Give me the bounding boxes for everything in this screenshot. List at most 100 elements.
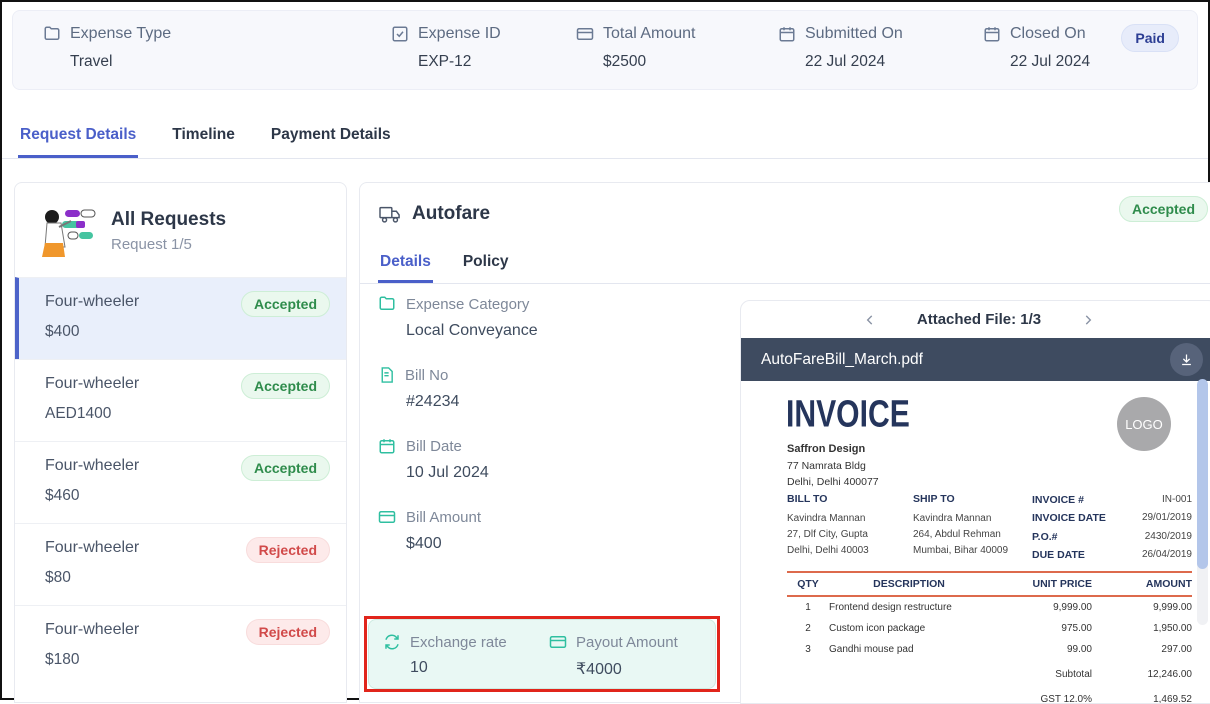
requests-sidebar: All Requests Request 1/5 Four-wheeler Ac… (14, 182, 347, 703)
attached-file-counter: Attached File: 1/3 (917, 311, 1041, 328)
field-label: Expense Type (70, 25, 171, 43)
request-list-item[interactable]: Four-wheeler Accepted AED1400 (15, 359, 346, 441)
request-amount: $460 (45, 487, 330, 505)
field-label: Bill Amount (406, 509, 481, 526)
download-button[interactable] (1170, 343, 1203, 376)
request-list-item[interactable]: Four-wheeler Accepted $400 (15, 277, 346, 359)
detail-tabs: Details Policy (360, 247, 1210, 284)
tab-details[interactable]: Details (378, 247, 433, 283)
request-list-item[interactable]: Four-wheeler Rejected $80 (15, 523, 346, 605)
meta-label: INVOICE # (1032, 491, 1084, 509)
ship-to-line: Mumbai, Bihar 40009 (913, 543, 1008, 559)
invoice-meta: INVOICE #IN-001 INVOICE DATE29/01/2019 P… (1032, 491, 1192, 565)
request-amount: $180 (45, 651, 330, 669)
page-tabs: Request Details Timeline Payment Details (2, 118, 1208, 159)
invoice-row: 3 Gandhi mouse pad 99.00 297.00 (787, 639, 1192, 660)
field-expense-category: Expense Category Local Conveyance (378, 295, 708, 340)
invoice-logo: LOGO (1117, 397, 1171, 451)
col-header-qty: QTY (787, 572, 829, 596)
field-value: $2500 (603, 53, 696, 71)
sidebar-title: All Requests (111, 209, 226, 231)
invoice-row: 2 Custom icon package 975.00 1,950.00 (787, 618, 1192, 639)
field-label: Bill Date (406, 438, 462, 455)
invoice-preview: INVOICE LOGO Saffron Design 77 Namrata B… (741, 381, 1210, 704)
bill-to-line: 27, Dlf City, Gupta (787, 527, 869, 543)
invoice-company-address: Saffron Design 77 Namrata Bldg Delhi, De… (787, 441, 879, 491)
pdf-scrollbar-thumb[interactable] (1197, 379, 1208, 569)
previous-file-button[interactable] (863, 313, 877, 327)
request-name-title: Autofare (412, 203, 490, 225)
calendar-icon (983, 25, 1001, 43)
field-label: Submitted On (805, 25, 903, 43)
meta-label: P.O.# (1032, 528, 1058, 546)
ship-to-line: Kavindra Mannan (913, 511, 1008, 527)
bill-to-header: BILL TO (787, 491, 869, 508)
field-bill-amount: Bill Amount $400 (378, 508, 708, 553)
truck-icon (378, 204, 402, 224)
sidebar-subtitle: Request 1/5 (111, 236, 226, 253)
field-value: 22 Jul 2024 (805, 53, 903, 71)
status-badge: Accepted (241, 373, 330, 399)
request-list-item[interactable]: Four-wheeler Accepted $460 (15, 441, 346, 523)
company-address-line: 77 Namrata Bldg (787, 458, 879, 474)
field-label: Expense ID (418, 25, 501, 43)
invoice-ship-to: SHIP TO Kavindra Mannan 264, Abdul Rehma… (913, 491, 1008, 559)
field-value: #24234 (406, 393, 708, 411)
meta-value: 2430/2019 (1145, 528, 1192, 546)
invoice-row: 1 Frontend design restructure 9,999.00 9… (787, 596, 1192, 618)
invoice-subtotal-row: Subtotal 12,246.00 (787, 660, 1192, 685)
tab-policy[interactable]: Policy (461, 247, 511, 283)
tab-payment-details[interactable]: Payment Details (269, 118, 393, 158)
col-header-description: DESCRIPTION (829, 572, 989, 596)
meta-label: DUE DATE (1032, 546, 1085, 564)
field-label: Bill No (405, 367, 448, 384)
calendar-icon (378, 437, 396, 455)
summary-field-closed-on: Closed On 22 Jul 2024 (983, 25, 1090, 71)
request-amount: AED1400 (45, 405, 330, 423)
meta-label: INVOICE DATE (1032, 509, 1106, 527)
status-badge: Rejected (246, 537, 330, 563)
col-header-amount: AMOUNT (1092, 572, 1192, 596)
ship-to-line: 264, Abdul Rehman (913, 527, 1008, 543)
pdf-scrollbar-track[interactable] (1197, 383, 1208, 625)
paid-status-badge: Paid (1121, 24, 1179, 52)
tab-timeline[interactable]: Timeline (170, 118, 237, 158)
summary-field-total-amount: Total Amount $2500 (576, 25, 696, 71)
bill-to-line: Delhi, Delhi 40003 (787, 543, 869, 559)
folder-icon (43, 25, 61, 43)
detail-fields: Expense Category Local Conveyance Bill N… (378, 295, 708, 579)
next-file-button[interactable] (1081, 313, 1095, 327)
folder-icon (378, 295, 396, 313)
attached-file-viewer: Attached File: 1/3 AutoFareBill_March.pd… (740, 300, 1210, 704)
invoice-line-items-table: QTY DESCRIPTION UNIT PRICE AMOUNT 1 Fron… (787, 571, 1192, 704)
meta-value: 26/04/2019 (1142, 546, 1192, 564)
status-badge: Rejected (246, 619, 330, 645)
file-text-icon (378, 366, 395, 384)
request-detail-panel: Autofare Accepted Details Policy Expense… (359, 182, 1210, 703)
annotation-highlight-rectangle (364, 616, 720, 692)
requests-illustration-icon (35, 203, 97, 259)
field-value: Local Conveyance (406, 322, 708, 340)
request-list-item[interactable]: Four-wheeler Rejected $180 (15, 605, 346, 687)
field-value: $400 (406, 535, 708, 553)
calendar-icon (778, 25, 796, 43)
credit-card-icon (576, 25, 594, 43)
file-title-bar: AutoFareBill_March.pdf (741, 338, 1210, 381)
credit-card-icon (378, 508, 396, 526)
request-status-badge: Accepted (1119, 196, 1208, 222)
tab-request-details[interactable]: Request Details (18, 118, 138, 158)
field-bill-date: Bill Date 10 Jul 2024 (378, 437, 708, 482)
status-badge: Accepted (241, 455, 330, 481)
field-value: Travel (70, 53, 171, 71)
field-label: Expense Category (406, 296, 529, 313)
check-square-icon (391, 25, 409, 43)
field-value: EXP-12 (418, 53, 501, 71)
field-value: 10 Jul 2024 (406, 464, 708, 482)
sidebar-header: All Requests Request 1/5 (15, 183, 346, 277)
file-name: AutoFareBill_March.pdf (761, 351, 923, 369)
invoice-gst-row: GST 12.0% 1,469.52 (787, 685, 1192, 704)
meta-value: IN-001 (1162, 491, 1192, 509)
summary-field-expense-type: Expense Type Travel (43, 25, 171, 71)
invoice-title: INVOICE (786, 393, 910, 436)
company-name: Saffron Design (787, 441, 879, 458)
